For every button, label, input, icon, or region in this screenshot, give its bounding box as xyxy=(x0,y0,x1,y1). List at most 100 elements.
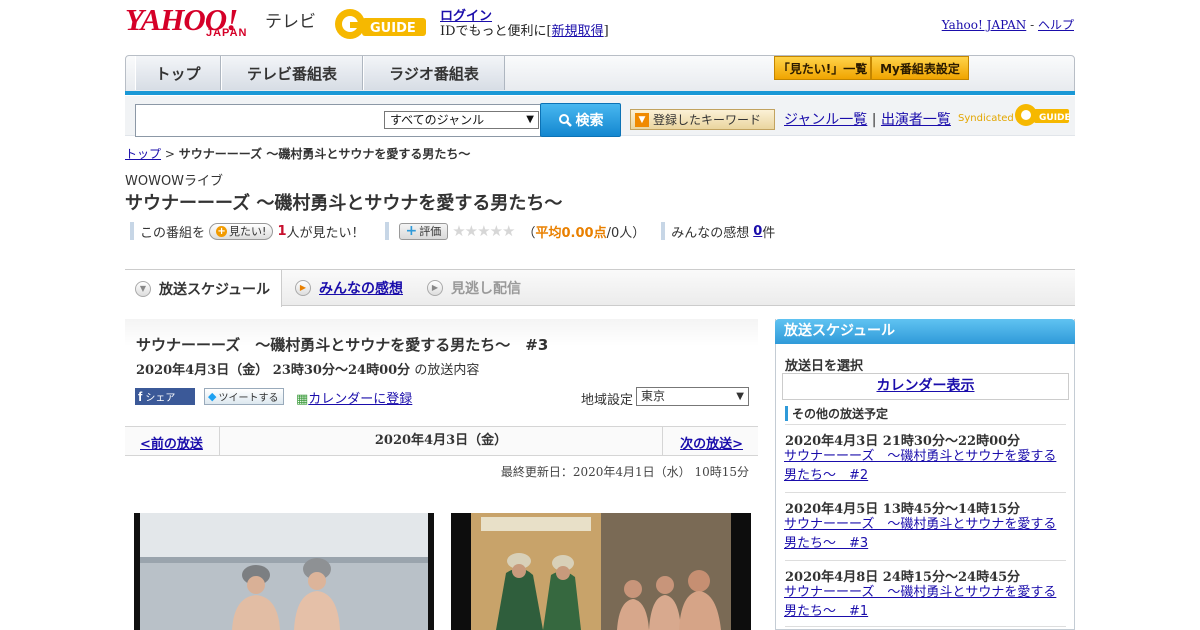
nav-tab-top[interactable]: トップ xyxy=(135,56,221,90)
prev-broadcast-link[interactable]: <前の放送 xyxy=(140,433,203,452)
episode-datetime-value: 2020年4月3日（金） 23時30分～24時00分 xyxy=(136,363,411,378)
gguide-logo[interactable]: GUIDE xyxy=(334,8,430,40)
calendar-register-link[interactable]: カレンダーに登録 xyxy=(308,392,412,407)
this-program-label: この番組を xyxy=(140,225,206,241)
episode-photo-2 xyxy=(451,513,751,630)
schedule-title-link[interactable]: サウナーーーズ ～磯村勇斗とサウナを愛する男たち～ #1 xyxy=(784,583,1066,621)
chevron-down-icon: ▼ xyxy=(135,280,151,297)
facebook-icon: f xyxy=(138,389,143,404)
plus-icon: + xyxy=(405,223,418,239)
schedule-divider xyxy=(785,424,1066,425)
id-promo-text: IDでもっと便利に[ xyxy=(440,24,552,39)
list-links: ジャンル一覧 | 出演者一覧 xyxy=(784,109,951,129)
tweet-button[interactable]: ◆ ツイートする xyxy=(204,388,284,405)
want-button[interactable]: + 見たい! xyxy=(209,222,274,240)
next-broadcast-link[interactable]: 次の放送> xyxy=(680,433,743,452)
nav-tab-tv[interactable]: テレビ番組表 xyxy=(221,56,363,90)
calendar-display-button[interactable]: カレンダー表示 xyxy=(782,373,1069,400)
tweet-button-label: ツイートする xyxy=(218,393,279,404)
pager-date: 2020年4月3日（金） xyxy=(219,427,663,455)
yahoo-japan-sublogo: JAPAN xyxy=(206,27,248,39)
schedule-divider xyxy=(785,560,1066,561)
twitter-bird-icon: ◆ xyxy=(208,390,217,403)
my-schedule-button[interactable]: My番組表設定 xyxy=(871,56,969,80)
other-schedule-label: その他の放送予定 xyxy=(792,407,889,421)
search-button[interactable]: 検索 xyxy=(540,103,621,137)
other-schedule-heading: その他の放送予定 xyxy=(785,405,888,422)
rating-open: （ xyxy=(522,225,536,241)
date-select-label: 放送日を選択 xyxy=(785,359,864,374)
rating-average: 平均0.00点 xyxy=(535,225,607,241)
performer-list-link[interactable]: 出演者一覧 xyxy=(881,112,951,128)
link-separator: - xyxy=(1030,18,1035,32)
impressions-label: みんなの感想 xyxy=(671,225,750,241)
impressions-count-link[interactable]: 0 xyxy=(753,224,762,239)
program-stats: この番組を + 見たい! 1 人が見たい！ + 評価 ★★★★★ （ 平均0.0… xyxy=(130,221,775,241)
genre-list-link[interactable]: ジャンル一覧 xyxy=(784,112,867,128)
link-divider: | xyxy=(871,112,877,128)
impressions-unit: 件 xyxy=(762,225,776,241)
magnifier-icon xyxy=(558,114,572,127)
breadcrumb-sep: > xyxy=(164,147,175,161)
breadcrumb-current: サウナーーーズ ～磯村勇斗とサウナを愛する男たち～ xyxy=(178,147,471,161)
schedule-divider xyxy=(785,626,1066,627)
chevron-right-icon: ▶ xyxy=(295,279,311,296)
region-select-value: 東京 xyxy=(641,389,666,403)
svg-text:GUIDE: GUIDE xyxy=(370,21,416,36)
sidebar-header: 放送スケジュール xyxy=(775,319,1075,344)
facebook-share-button[interactable]: f シェア xyxy=(135,388,195,405)
genre-select-value: すべてのジャンル xyxy=(390,113,485,127)
heading-bar xyxy=(785,406,788,421)
facebook-share-label: シェア xyxy=(145,393,176,404)
tab-schedule[interactable]: ▼ 放送スケジュール xyxy=(125,270,282,307)
tab-schedule-label: 放送スケジュール xyxy=(159,281,271,298)
episode-title: サウナーーーズ ～磯村勇斗とサウナを愛する男たち～ #3 xyxy=(136,336,549,354)
rate-button[interactable]: + 評価 xyxy=(398,222,449,240)
id-promo: IDでもっと便利に[新規取得] xyxy=(440,20,609,39)
syndicated-gguide-logo: Syndicated GUIDE xyxy=(958,102,1071,128)
stats-divider xyxy=(130,222,134,240)
rate-button-label: 評価 xyxy=(419,225,442,238)
registered-keyword-button[interactable]: ▼ 登録したキーワード xyxy=(630,109,775,130)
want-list-button[interactable]: 「見たい!」一覧 xyxy=(774,56,871,80)
nav-tab-radio[interactable]: ラジオ番組表 xyxy=(363,56,505,90)
genre-select[interactable]: すべてのジャンル ▼ xyxy=(384,111,539,129)
register-link[interactable]: 新規取得 xyxy=(552,24,604,39)
region-select[interactable]: 東京 ▼ xyxy=(636,387,749,406)
region-label: 地域設定 xyxy=(581,393,634,408)
tab-impressions-label[interactable]: みんなの感想 xyxy=(319,278,403,298)
breadcrumb-top-link[interactable]: トップ xyxy=(125,147,161,161)
svg-text:Syndicated: Syndicated xyxy=(958,113,1014,124)
page-title: サウナーーーズ ～磯村勇斗とサウナを愛する男たち～ xyxy=(125,193,563,214)
yahoo-japan-link[interactable]: Yahoo! JAPAN xyxy=(942,18,1027,32)
tab-missed: ▶ 見逃し配信 xyxy=(417,270,537,305)
plus-icon: + xyxy=(216,225,228,237)
main-nav: トップ テレビ番組表 ラジオ番組表 「見たい!」一覧 My番組表設定 xyxy=(125,55,1075,93)
last-updated: 最終更新日：2020年4月1日（水） 10時15分 xyxy=(500,465,749,479)
stats-divider xyxy=(661,222,666,240)
episode-datetime: 2020年4月3日（金） 23時30分～24時00分 の放送内容 xyxy=(136,359,479,378)
episode-datetime-suffix: の放送内容 xyxy=(414,363,480,378)
rating-people: /0人） xyxy=(606,225,646,241)
star-icon: ★★★★★ xyxy=(452,222,515,240)
channel-name: WOWOWライブ xyxy=(125,174,224,189)
calendar-register: ▦カレンダーに登録 xyxy=(296,388,412,407)
help-link[interactable]: ヘルプ xyxy=(1038,18,1074,32)
top-right-links: Yahoo! JAPAN - ヘルプ xyxy=(942,16,1074,33)
schedule-title-link[interactable]: サウナーーーズ ～磯村勇斗とサウナを愛する男たち～ #3 xyxy=(784,515,1066,553)
tab-missed-label: 見逃し配信 xyxy=(451,280,521,297)
schedule-title-link[interactable]: サウナーーーズ ～磯村勇斗とサウナを愛する男たち～ #2 xyxy=(784,447,1066,485)
svg-text:GUIDE: GUIDE xyxy=(1039,113,1070,123)
tab-impressions[interactable]: ▶ みんなの感想 xyxy=(285,270,415,305)
stats-divider xyxy=(384,222,389,240)
search-button-label: 検索 xyxy=(575,113,604,129)
want-button-label: 見たい! xyxy=(229,225,267,238)
breadcrumb: トップ > サウナーーーズ ～磯村勇斗とサウナを愛する男たち～ xyxy=(125,145,470,162)
chevron-right-icon: ▶ xyxy=(427,279,443,296)
registered-keyword-label: 登録したキーワード xyxy=(653,113,762,127)
episode-photo-1 xyxy=(134,513,434,630)
id-promo-close: ] xyxy=(603,24,609,39)
calendar-plus-icon: ▦ xyxy=(296,392,309,407)
dropdown-arrow-icon: ▼ xyxy=(736,391,744,402)
want-suffix: 人が見たい！ xyxy=(286,225,365,241)
